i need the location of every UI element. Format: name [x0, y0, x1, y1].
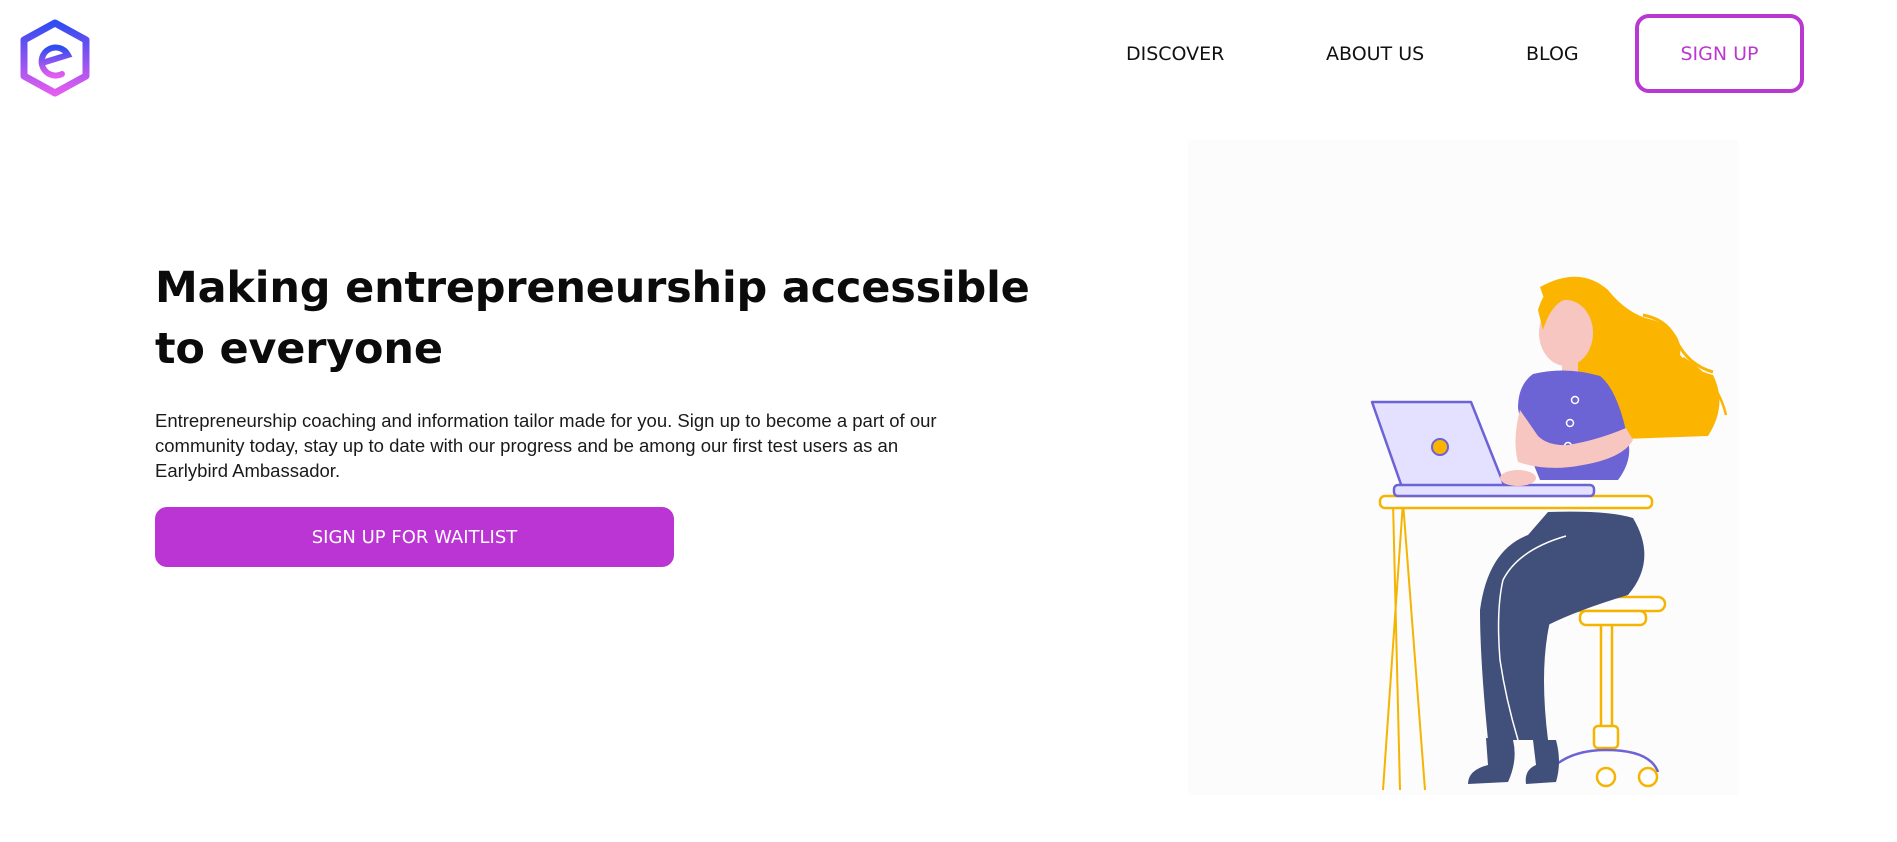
sign-up-button[interactable]: SIGN UP — [1635, 14, 1804, 93]
hero-description: Entrepreneurship coaching and informatio… — [155, 410, 937, 481]
sign-up-waitlist-button[interactable]: SIGN UP FOR WAITLIST — [155, 507, 674, 567]
nav-link-blog[interactable]: BLOG — [1526, 14, 1579, 94]
hero-illustration — [1188, 140, 1738, 795]
hero-title: Making entrepreneurship accessible to ev… — [155, 263, 1030, 374]
logo[interactable] — [18, 19, 92, 97]
hexagon-e-logo-icon — [20, 19, 90, 97]
woman-working-on-laptop-illustration — [1370, 276, 1728, 791]
nav-link-about-us[interactable]: ABOUT US — [1326, 14, 1424, 94]
nav-link-discover[interactable]: DISCOVER — [1126, 14, 1224, 94]
